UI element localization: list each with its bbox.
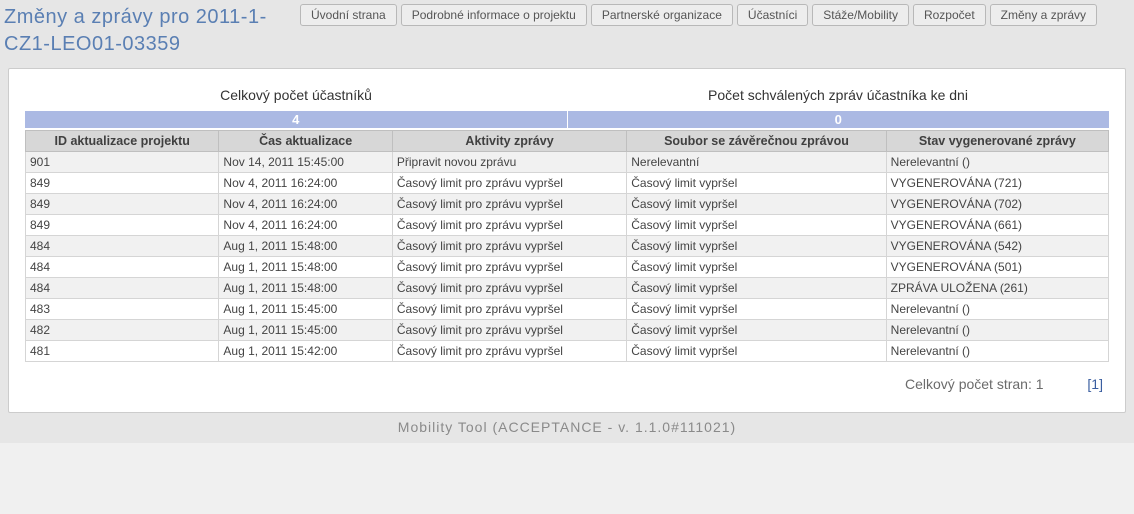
cell: Nerelevantní	[627, 152, 886, 173]
cell: Časový limit pro zprávu vypršel	[392, 299, 626, 320]
tab-mobility[interactable]: Stáže/Mobility	[812, 4, 909, 26]
cell: VYGENEROVÁNA (501)	[886, 257, 1108, 278]
cell: Připravit novou zprávu	[392, 152, 626, 173]
cell: Časový limit vypršel	[627, 299, 886, 320]
cell: Nov 4, 2011 16:24:00	[219, 173, 392, 194]
cell: Časový limit pro zprávu vypršel	[392, 257, 626, 278]
th-final-report-file[interactable]: Soubor se závěrečnou zprávou	[627, 131, 886, 152]
th-generated-report-status[interactable]: Stav vygenerované zprávy	[886, 131, 1108, 152]
cell: Časový limit vypršel	[627, 278, 886, 299]
tab-changes-reports[interactable]: Změny a zprávy	[990, 4, 1097, 26]
pager: Celkový počet stran: 1 [1]	[25, 362, 1109, 402]
tab-project-details[interactable]: Podrobné informace o projektu	[401, 4, 587, 26]
cell: Nerelevantní ()	[886, 299, 1108, 320]
cell: 484	[26, 278, 219, 299]
cell: Nov 4, 2011 16:24:00	[219, 194, 392, 215]
tab-participants[interactable]: Účastníci	[737, 4, 808, 26]
cell: Aug 1, 2011 15:45:00	[219, 299, 392, 320]
cell: 484	[26, 257, 219, 278]
tab-home[interactable]: Úvodní strana	[300, 4, 397, 26]
cell: VYGENEROVÁNA (721)	[886, 173, 1108, 194]
cell: Aug 1, 2011 15:48:00	[219, 278, 392, 299]
cell: 483	[26, 299, 219, 320]
cell: Časový limit pro zprávu vypršel	[392, 194, 626, 215]
cell: 849	[26, 194, 219, 215]
cell: 849	[26, 173, 219, 194]
th-update-id[interactable]: ID aktualizace projektu	[26, 131, 219, 152]
table-row[interactable]: 484Aug 1, 2011 15:48:00Časový limit pro …	[26, 257, 1109, 278]
cell: Časový limit vypršel	[627, 194, 886, 215]
cell: Aug 1, 2011 15:48:00	[219, 257, 392, 278]
cell: Časový limit vypršel	[627, 215, 886, 236]
tab-partners[interactable]: Partnerské organizace	[591, 4, 733, 26]
cell: 482	[26, 320, 219, 341]
content-panel: Celkový počet účastníků Počet schválenýc…	[8, 68, 1126, 413]
cell: Časový limit pro zprávu vypršel	[392, 173, 626, 194]
th-update-time[interactable]: Čas aktualizace	[219, 131, 392, 152]
table-row[interactable]: 484Aug 1, 2011 15:48:00Časový limit pro …	[26, 278, 1109, 299]
cell: VYGENEROVÁNA (661)	[886, 215, 1108, 236]
summary-left-value: 4	[25, 111, 567, 128]
cell: VYGENEROVÁNA (702)	[886, 194, 1108, 215]
updates-table: ID aktualizace projektu Čas aktualizace …	[25, 130, 1109, 362]
cell: Časový limit pro zprávu vypršel	[392, 278, 626, 299]
cell: Aug 1, 2011 15:45:00	[219, 320, 392, 341]
cell: 901	[26, 152, 219, 173]
summary-right: Počet schválených zpráv účastníka ke dni	[567, 83, 1109, 109]
summary-row: Celkový počet účastníků Počet schválenýc…	[25, 83, 1109, 109]
cell: Aug 1, 2011 15:42:00	[219, 341, 392, 362]
table-row[interactable]: 482Aug 1, 2011 15:45:00Časový limit pro …	[26, 320, 1109, 341]
table-row[interactable]: 849Nov 4, 2011 16:24:00Časový limit pro …	[26, 194, 1109, 215]
summary-left-label: Celkový počet účastníků	[25, 83, 567, 109]
page-wrapper: Změny a zprávy pro 2011-1-CZ1-LEO01-0335…	[0, 0, 1134, 443]
cell: Nerelevantní ()	[886, 152, 1108, 173]
pager-total: Celkový počet stran: 1	[905, 376, 1044, 392]
cell: Časový limit vypršel	[627, 320, 886, 341]
cell: Nerelevantní ()	[886, 341, 1108, 362]
topbar: Změny a zprávy pro 2011-1-CZ1-LEO01-0335…	[0, 0, 1134, 58]
cell: 484	[26, 236, 219, 257]
summary-right-value: 0	[567, 111, 1110, 128]
table-row[interactable]: 484Aug 1, 2011 15:48:00Časový limit pro …	[26, 236, 1109, 257]
cell: ZPRÁVA ULOŽENA (261)	[886, 278, 1108, 299]
cell: Časový limit pro zprávu vypršel	[392, 341, 626, 362]
cell: Nov 4, 2011 16:24:00	[219, 215, 392, 236]
cell: Nerelevantní ()	[886, 320, 1108, 341]
summary-left: Celkový počet účastníků	[25, 83, 567, 109]
cell: Aug 1, 2011 15:48:00	[219, 236, 392, 257]
tabs: Úvodní strana Podrobné informace o proje…	[300, 4, 1097, 26]
cell: Časový limit vypršel	[627, 341, 886, 362]
cell: Časový limit vypršel	[627, 236, 886, 257]
tab-budget[interactable]: Rozpočet	[913, 4, 986, 26]
cell: VYGENEROVÁNA (542)	[886, 236, 1108, 257]
cell: Časový limit pro zprávu vypršel	[392, 320, 626, 341]
cell: Časový limit pro zprávu vypršel	[392, 215, 626, 236]
pager-current[interactable]: [1]	[1047, 376, 1103, 392]
table-row[interactable]: 481Aug 1, 2011 15:42:00Časový limit pro …	[26, 341, 1109, 362]
summary-values: 4 0	[25, 111, 1109, 128]
cell: Časový limit vypršel	[627, 257, 886, 278]
table-row[interactable]: 849Nov 4, 2011 16:24:00Časový limit pro …	[26, 215, 1109, 236]
cell: 481	[26, 341, 219, 362]
table-row[interactable]: 849Nov 4, 2011 16:24:00Časový limit pro …	[26, 173, 1109, 194]
table-header-row: ID aktualizace projektu Čas aktualizace …	[26, 131, 1109, 152]
table-row[interactable]: 483Aug 1, 2011 15:45:00Časový limit pro …	[26, 299, 1109, 320]
cell: Nov 14, 2011 15:45:00	[219, 152, 392, 173]
cell: Časový limit pro zprávu vypršel	[392, 236, 626, 257]
page-title: Změny a zprávy pro 2011-1-CZ1-LEO01-0335…	[2, 4, 300, 58]
cell: Časový limit vypršel	[627, 173, 886, 194]
summary-right-label: Počet schválených zpráv účastníka ke dni	[567, 83, 1109, 109]
footer-version: Mobility Tool (ACCEPTANCE - v. 1.1.0#111…	[0, 417, 1134, 435]
th-report-activities[interactable]: Aktivity zprávy	[392, 131, 626, 152]
table-row[interactable]: 901Nov 14, 2011 15:45:00Připravit novou …	[26, 152, 1109, 173]
cell: 849	[26, 215, 219, 236]
